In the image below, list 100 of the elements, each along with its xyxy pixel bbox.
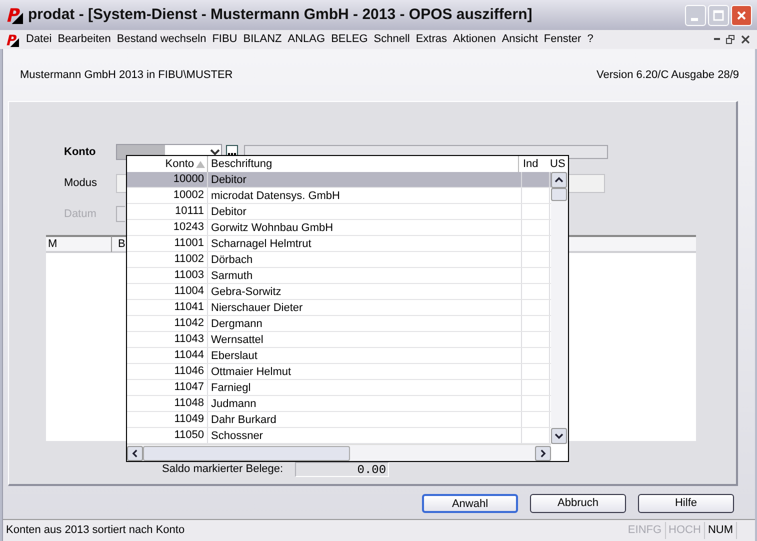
account-row[interactable]: 11043 Wernsattel: [127, 332, 551, 348]
account-row[interactable]: 11044 Eberslaut: [127, 348, 551, 364]
account-number: 11048: [173, 396, 205, 412]
account-number: 11042: [173, 316, 205, 332]
account-number: 11047: [173, 380, 205, 396]
account-row[interactable]: 10002 microdat Datensys. GmbH: [127, 188, 551, 204]
column-header[interactable]: US: [548, 156, 566, 172]
account-name: Judmann: [207, 396, 521, 411]
account-number: 10243: [172, 220, 205, 236]
app-logo-icon: [5, 32, 19, 46]
menu-item[interactable]: Aktionen: [450, 31, 499, 48]
account-name: Eberslaut: [207, 348, 521, 363]
account-name: Dörbach: [207, 252, 521, 267]
scroll-down-icon[interactable]: [551, 428, 567, 444]
menu-item[interactable]: Ansicht: [498, 31, 541, 48]
account-row[interactable]: 11001 Scharnagel Helmtrut: [127, 236, 551, 252]
company-label: Mustermann GmbH 2013 in FIBU\MUSTER: [20, 68, 233, 83]
account-name: Farniegl: [207, 380, 521, 395]
account-name: Sarmuth: [207, 268, 521, 283]
version-label: Version 6.20/C Ausgabe 28/9: [596, 68, 739, 83]
account-name: Dergmann: [207, 316, 521, 331]
scroll-thumb[interactable]: [143, 446, 350, 460]
menu-item[interactable]: Extras: [412, 31, 450, 48]
restore-icon[interactable]: [726, 35, 735, 44]
account-name: Gorwitz Wohnbau GmbH: [207, 220, 521, 235]
account-row[interactable]: 11004 Gebra-Sorwitz: [127, 284, 551, 300]
dialog-button[interactable]: Anwahl: [422, 494, 518, 513]
account-row[interactable]: 11041 Nierschauer Dieter: [127, 300, 551, 316]
account-row[interactable]: 11048 Judmann: [127, 396, 551, 412]
account-row[interactable]: 10111 Debitor: [127, 204, 551, 220]
status-indicator: NUM: [704, 522, 737, 539]
account-number: 11044: [173, 348, 205, 364]
account-number: 11004: [173, 284, 205, 300]
account-number: 11003: [173, 268, 205, 284]
account-row[interactable]: 10243 Gorwitz Wohnbau GmbH: [127, 220, 551, 236]
menu-item[interactable]: ?: [584, 31, 596, 48]
account-number: 11041: [173, 300, 205, 316]
account-row[interactable]: 11046 Ottmaier Helmut: [127, 364, 551, 380]
column-header[interactable]: Konto: [127, 156, 207, 172]
account-name: Ottmaier Helmut: [207, 364, 521, 379]
scroll-right-icon[interactable]: [535, 446, 551, 460]
account-name: microdat Datensys. GmbH: [207, 188, 521, 203]
account-name: Debitor: [207, 172, 521, 187]
menu-item[interactable]: Schnell: [370, 31, 413, 48]
account-name: Wernsattel: [207, 332, 521, 347]
menu-item[interactable]: Bestand wechseln: [114, 31, 210, 48]
menu-item[interactable]: Bearbeiten: [54, 31, 114, 48]
menu-item[interactable]: FIBU: [209, 31, 240, 48]
account-number: 11050: [173, 428, 205, 444]
horizontal-scrollbar[interactable]: [127, 444, 551, 461]
account-number: 11001: [173, 236, 205, 252]
menu-item[interactable]: Datei: [23, 31, 55, 48]
scroll-up-icon[interactable]: [551, 172, 567, 188]
status-indicator: HOCH: [666, 522, 705, 539]
account-row[interactable]: 11047 Farniegl: [127, 380, 551, 396]
app-logo-icon: [5, 6, 23, 24]
scroll-thumb[interactable]: [551, 188, 567, 201]
account-number: 10000: [172, 172, 205, 188]
status-text: Konten aus 2013 sortiert nach Konto: [6, 523, 185, 538]
account-name: Scharnagel Helmtrut: [207, 236, 521, 251]
account-row[interactable]: 10000 Debitor: [127, 172, 551, 188]
saldo-value: 0.00: [295, 462, 390, 477]
field-label: Konto: [64, 144, 97, 160]
account-name: Gebra-Sorwitz: [207, 284, 521, 299]
account-row[interactable]: 11042 Dergmann: [127, 316, 551, 332]
menu-item[interactable]: BELEG: [328, 31, 371, 48]
column-header[interactable]: B: [112, 236, 126, 252]
account-row[interactable]: 11050 Schossner: [127, 428, 551, 444]
account-row[interactable]: 11003 Sarmuth: [127, 268, 551, 284]
account-number: 11043: [173, 332, 205, 348]
status-indicator: EINFG: [624, 522, 666, 539]
saldo-label: Saldo markierter Belege:: [162, 462, 284, 477]
minimize-icon: [690, 18, 698, 20]
date-field[interactable]: [116, 206, 125, 222]
menu-item[interactable]: Fenster: [540, 31, 584, 48]
account-number: 11002: [173, 252, 205, 268]
menu-item[interactable]: ANLAG: [284, 31, 328, 48]
account-number: 11046: [173, 364, 205, 380]
account-number: 10002: [172, 188, 205, 204]
vertical-scrollbar[interactable]: [551, 172, 568, 444]
close-button[interactable]: [731, 4, 752, 26]
account-name: Schossner: [207, 428, 521, 443]
field-label: Modus: [64, 176, 98, 191]
close-icon[interactable]: [741, 35, 750, 44]
account-row[interactable]: 11002 Dörbach: [127, 252, 551, 268]
close-icon: [736, 10, 747, 20]
field-label: Datum: [64, 206, 98, 222]
menu-item[interactable]: BILANZ: [240, 31, 285, 48]
account-name: Nierschauer Dieter: [207, 300, 521, 315]
dialog-button[interactable]: Abbruch: [530, 494, 626, 513]
account-name: Dahr Burkard: [207, 412, 521, 427]
scroll-left-icon[interactable]: [127, 446, 143, 460]
column-header[interactable]: M: [46, 236, 112, 252]
account-row[interactable]: 11049 Dahr Burkard: [127, 412, 551, 428]
account-name: Debitor: [207, 204, 521, 219]
account-number: 11049: [173, 412, 205, 428]
dialog-button[interactable]: Hilfe: [638, 494, 734, 513]
window-title: prodat - [System-Dienst - Mustermann GmbH - 2013 - OPOS ausziffern]: [28, 4, 532, 25]
maximize-icon: [713, 10, 724, 20]
account-number: 10111: [174, 204, 205, 220]
